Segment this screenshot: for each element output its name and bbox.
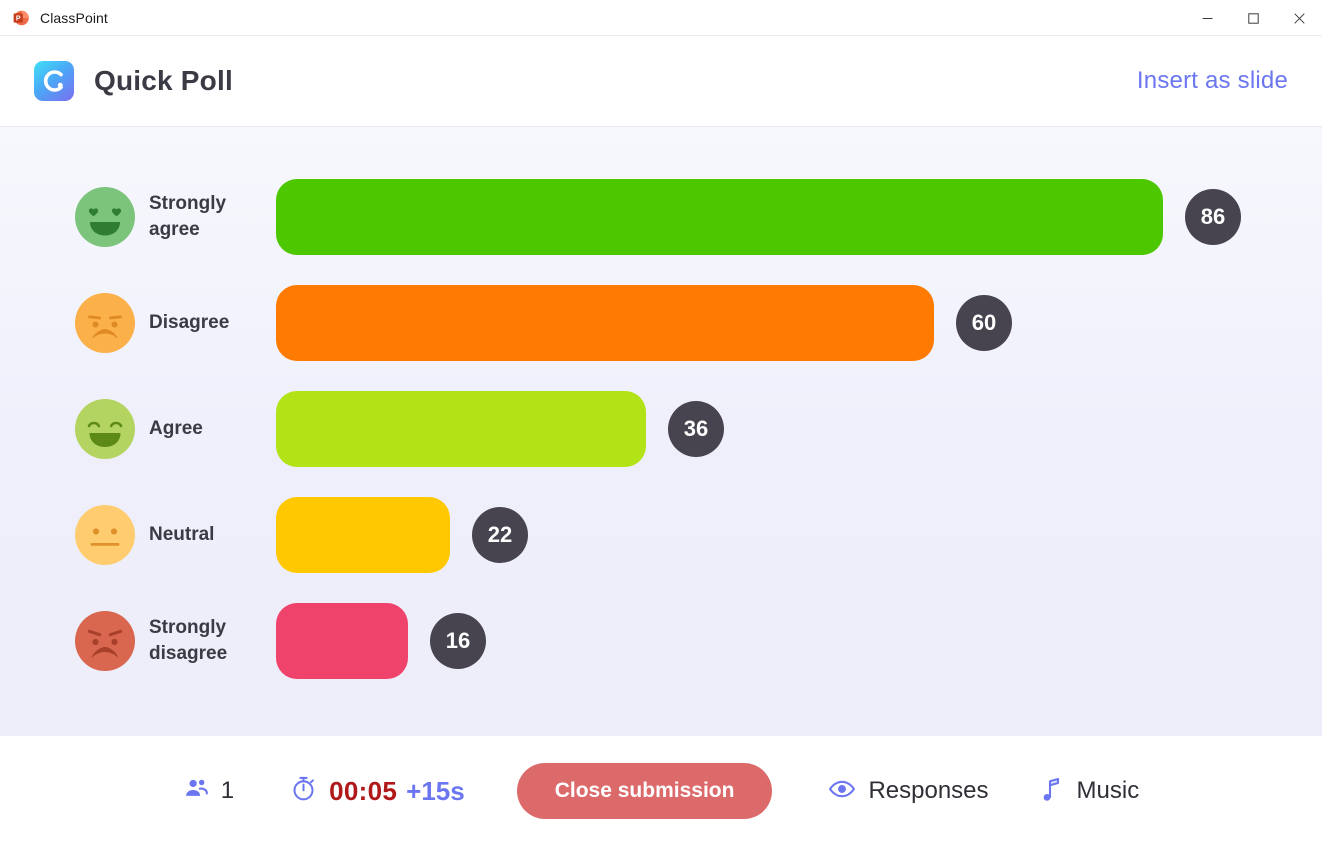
result-bar bbox=[276, 285, 934, 361]
poll-row: Strongly agree 86 bbox=[0, 164, 1322, 270]
result-count-badge: 16 bbox=[430, 613, 486, 669]
timer-add-button[interactable]: +15s bbox=[406, 776, 465, 807]
bar-wrapper: 36 bbox=[276, 391, 1322, 467]
option-label: Neutral bbox=[149, 523, 215, 545]
window-title: ClassPoint bbox=[40, 9, 108, 26]
result-count-badge: 36 bbox=[668, 401, 724, 457]
result-count-badge: 86 bbox=[1185, 189, 1241, 245]
poll-toolbar: 1 00:05 +15s Close submission Responses bbox=[0, 736, 1322, 846]
poll-row: Strongly disagree 16 bbox=[0, 588, 1322, 694]
app-header: Quick Poll Insert as slide bbox=[0, 36, 1322, 127]
participants-indicator[interactable]: 1 bbox=[183, 775, 234, 807]
result-bar bbox=[276, 179, 1163, 255]
option-label: Agree bbox=[149, 417, 203, 439]
bar-wrapper: 60 bbox=[276, 285, 1322, 361]
responses-button[interactable]: Responses bbox=[828, 775, 989, 808]
poll-results-chart: Strongly agree 86 Disagree 60 Agree 36 N… bbox=[0, 127, 1322, 736]
eye-icon bbox=[828, 775, 856, 808]
timer-value: 00:05 bbox=[329, 775, 398, 806]
maximize-button[interactable] bbox=[1230, 0, 1276, 36]
insert-as-slide-button[interactable]: Insert as slide bbox=[1137, 67, 1288, 95]
bar-wrapper: 16 bbox=[276, 603, 1322, 679]
stopwatch-icon bbox=[290, 775, 317, 807]
result-bar bbox=[276, 603, 408, 679]
option-label: Strongly agree bbox=[149, 192, 227, 240]
window-controls bbox=[1184, 0, 1322, 36]
frowning-face-icon bbox=[75, 293, 135, 353]
page-title: Quick Poll bbox=[94, 65, 233, 96]
classpoint-logo-icon bbox=[34, 61, 74, 101]
minimize-button[interactable] bbox=[1184, 0, 1230, 36]
heart-eyes-face-icon bbox=[75, 187, 135, 247]
music-label: Music bbox=[1076, 777, 1140, 804]
poll-row: Disagree 60 bbox=[0, 270, 1322, 376]
smiling-face-icon bbox=[75, 399, 135, 459]
music-button[interactable]: Music bbox=[1039, 776, 1140, 807]
music-note-icon bbox=[1039, 776, 1063, 807]
result-count-badge: 22 bbox=[472, 507, 528, 563]
option-label: Disagree bbox=[149, 311, 230, 333]
participants-count: 1 bbox=[220, 777, 235, 804]
poll-row: Neutral 22 bbox=[0, 482, 1322, 588]
window-titlebar: P ClassPoint bbox=[0, 0, 1322, 36]
close-submission-button[interactable]: Close submission bbox=[516, 763, 773, 819]
neutral-face-icon bbox=[75, 505, 135, 565]
close-button[interactable] bbox=[1276, 0, 1322, 36]
result-bar bbox=[276, 497, 450, 573]
svg-text:P: P bbox=[16, 15, 21, 22]
timer-control[interactable]: 00:05 +15s bbox=[290, 775, 465, 807]
option-label: Strongly disagree bbox=[149, 616, 228, 664]
poll-row: Agree 36 bbox=[0, 376, 1322, 482]
result-bar bbox=[276, 391, 646, 467]
result-count-badge: 60 bbox=[956, 295, 1012, 351]
powerpoint-icon: P bbox=[12, 9, 30, 27]
bar-wrapper: 22 bbox=[276, 497, 1322, 573]
people-icon bbox=[183, 775, 210, 807]
bar-wrapper: 86 bbox=[276, 179, 1322, 255]
responses-label: Responses bbox=[868, 777, 989, 804]
angry-face-icon bbox=[75, 611, 135, 671]
